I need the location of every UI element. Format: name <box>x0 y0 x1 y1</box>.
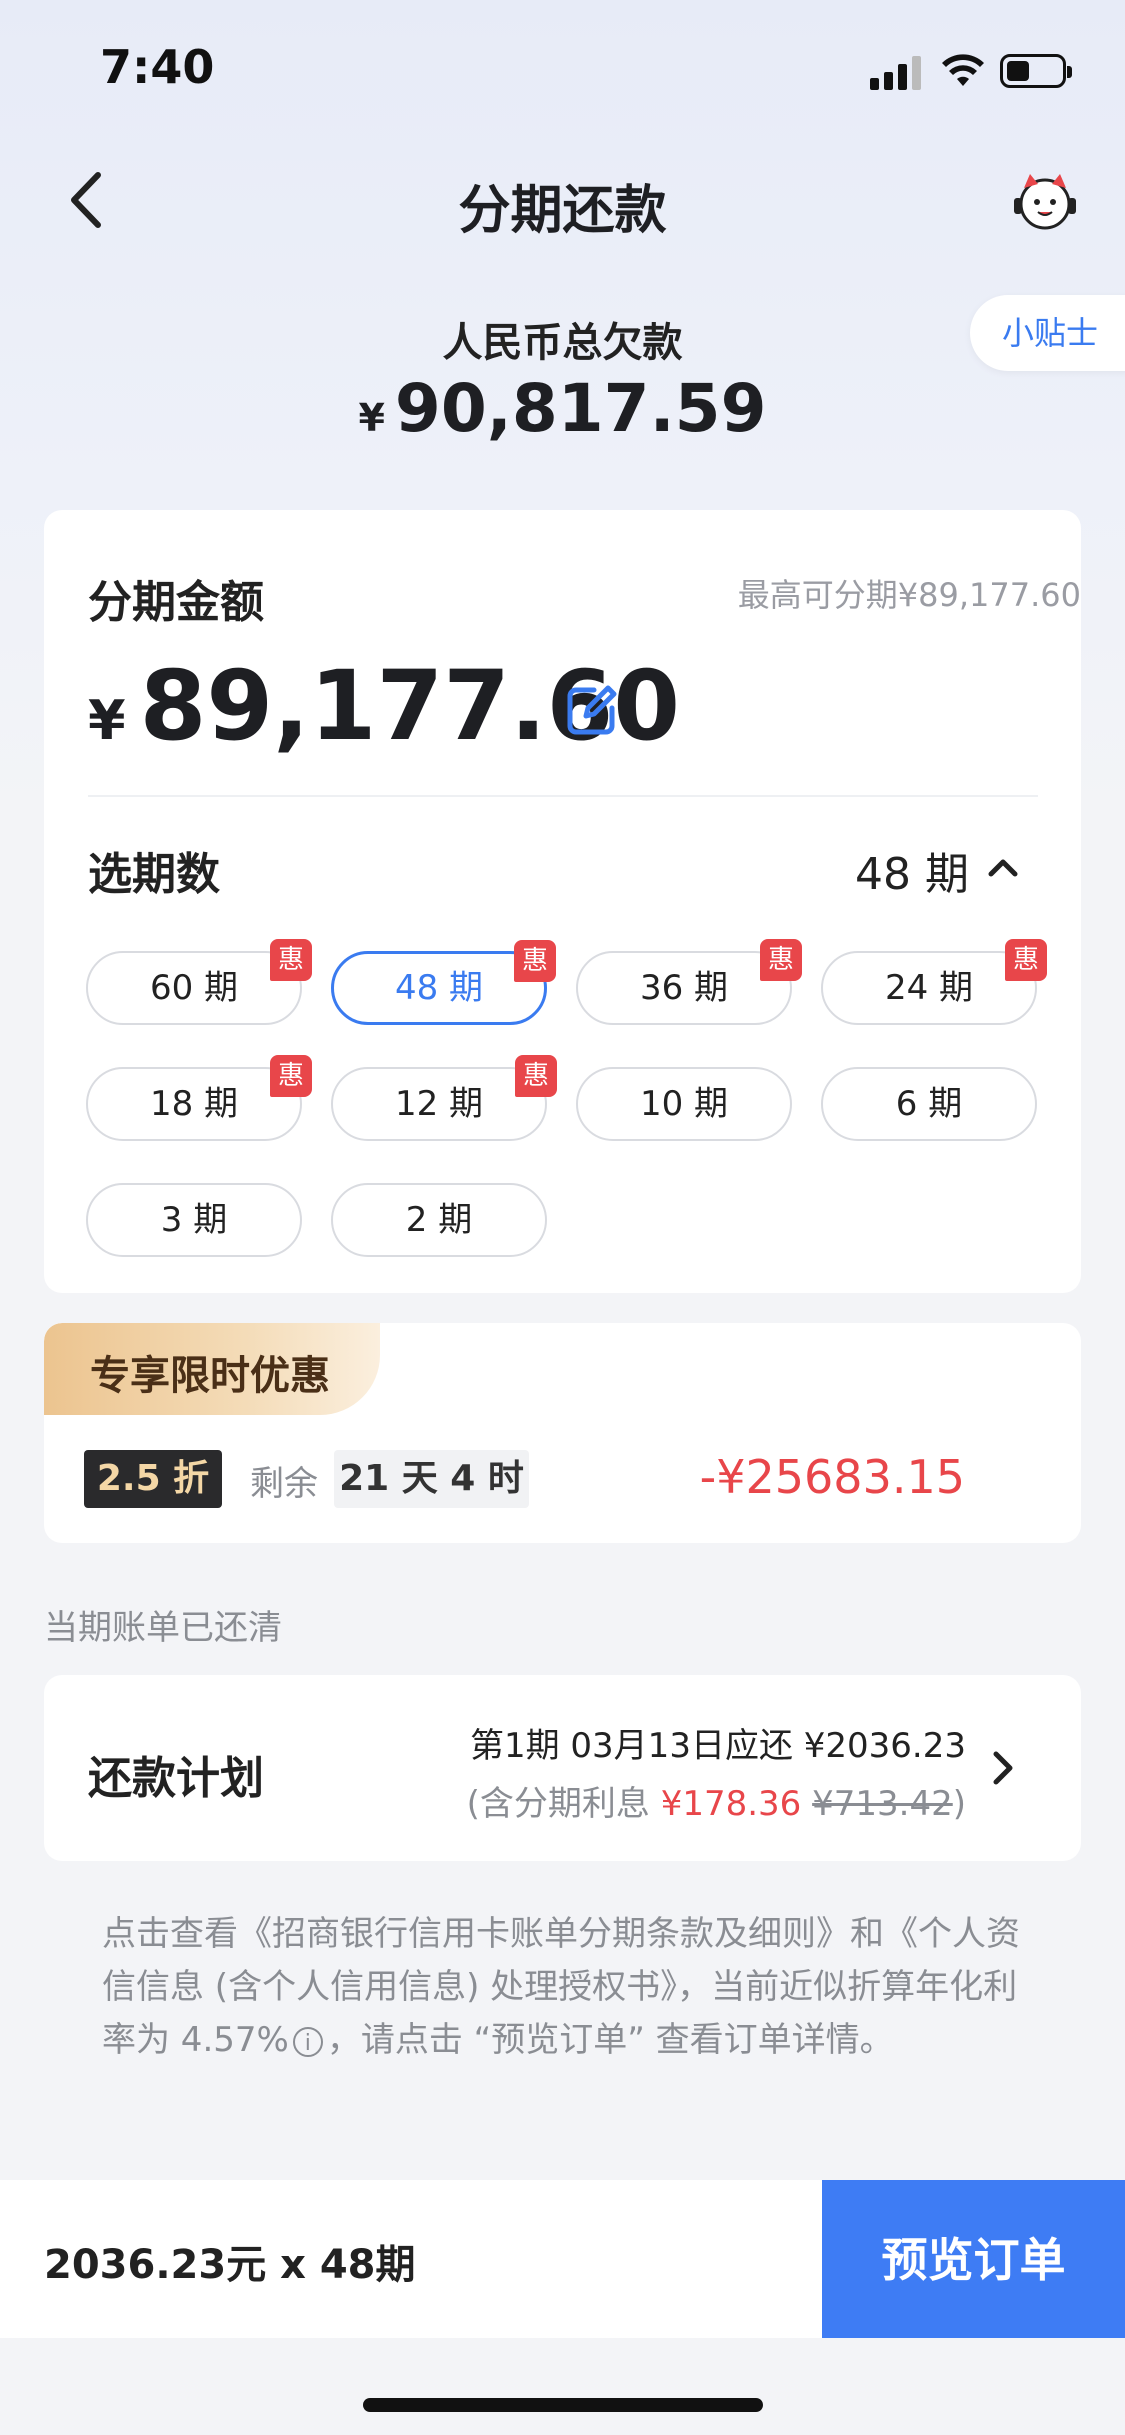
total-debt-label: 人民币总欠款 <box>442 320 683 366</box>
period-option[interactable]: 18 期惠 <box>86 1055 312 1141</box>
period-option-label: 18 期 <box>149 1084 239 1124</box>
period-option-label: 6 期 <box>895 1084 963 1124</box>
currency-symbol: ¥ <box>358 396 385 440</box>
cellular-signal-icon <box>870 56 922 90</box>
info-icon[interactable]: i <box>292 2026 323 2057</box>
period-option-label: 24 期 <box>884 968 974 1008</box>
period-option[interactable]: 48 期惠 <box>331 940 556 1025</box>
status-time: 7:40 <box>100 40 215 94</box>
wifi-icon <box>942 54 984 86</box>
discount-badge-icon: 惠 <box>270 939 312 981</box>
total-debt-value: 90,817.59 <box>394 370 767 447</box>
max-installment-text: 最高可分期¥89,177.60 <box>737 576 1081 614</box>
period-option-label: 12 期 <box>394 1084 484 1124</box>
installment-amount-label: 分期金额 <box>88 577 264 628</box>
edit-icon[interactable] <box>564 682 620 738</box>
period-option[interactable]: 6 期 <box>821 1067 1037 1141</box>
discount-badge-icon: 惠 <box>1005 939 1047 981</box>
selected-period[interactable]: 48 期 <box>855 838 969 902</box>
period-option[interactable]: 10 期 <box>576 1067 792 1141</box>
terms-text-tail: ，请点击 “预览订单” 查看订单详情。 <box>326 2020 894 2060</box>
period-option[interactable]: 12 期惠 <box>331 1055 557 1141</box>
discount-badge-icon: 惠 <box>270 1055 312 1097</box>
period-option[interactable]: 60 期惠 <box>86 939 312 1025</box>
interest-suffix: ) <box>952 1784 966 1824</box>
promo-title: 专享限时优惠 <box>90 1352 330 1399</box>
repayment-plan-label: 还款计划 <box>88 1753 264 1804</box>
payment-summary: 2036.23元 x 48期 <box>44 2242 416 2288</box>
remain-time: 21 天 4 时 <box>334 1450 529 1508</box>
page-title: 分期还款 <box>458 181 667 241</box>
interest-amount: ¥178.36 <box>660 1784 802 1824</box>
battery-icon <box>1000 54 1072 88</box>
chevron-right-icon[interactable] <box>986 1748 1020 1788</box>
discount-badge-icon: 惠 <box>514 940 556 982</box>
period-option-label: 2 期 <box>405 1200 473 1240</box>
discount-badge-icon: 惠 <box>760 939 802 981</box>
total-debt-amount: ¥90,817.59 <box>0 370 1125 447</box>
interest-text: (含分期利息 ¥178.36 ¥713.42) <box>467 1776 966 1825</box>
discount-badge-icon: 惠 <box>515 1055 557 1097</box>
period-option[interactable]: 2 期 <box>331 1183 547 1257</box>
home-indicator <box>363 2398 763 2412</box>
remain-label: 剩余 <box>250 1464 318 1504</box>
assistant-avatar-icon[interactable] <box>1010 170 1080 232</box>
discount-badge: 2.5 折 <box>84 1450 222 1508</box>
first-payment-text: 第1期 03月13日应还 ¥2036.23 <box>469 1726 966 1766</box>
currency-symbol: ¥ <box>88 689 126 752</box>
period-option-label: 36 期 <box>639 968 729 1008</box>
period-option-label: 60 期 <box>149 968 239 1008</box>
bill-notice: 当期账单已还清 <box>44 1608 282 1648</box>
terms-text[interactable]: 点击查看《招商银行信用卡账单分期条款及细则》和《个人资信信息 (含个人信用信息)… <box>102 1908 1032 2067</box>
period-option-label: 10 期 <box>639 1084 729 1124</box>
chevron-up-icon[interactable] <box>985 850 1021 886</box>
original-interest: ¥713.42 <box>812 1784 953 1824</box>
period-option[interactable]: 24 期惠 <box>821 939 1047 1025</box>
period-option[interactable]: 36 期惠 <box>576 939 802 1025</box>
saving-amount: -¥25683.15 <box>699 1450 965 1504</box>
divider <box>88 795 1038 797</box>
period-option-label: 3 期 <box>160 1200 228 1240</box>
period-option-label: 48 期 <box>394 968 484 1008</box>
interest-prefix: (含分期利息 <box>466 1784 661 1824</box>
period-option[interactable]: 3 期 <box>86 1183 302 1257</box>
preview-order-button[interactable]: 预览订单 <box>822 2180 1125 2338</box>
period-label: 选期数 <box>88 849 220 900</box>
